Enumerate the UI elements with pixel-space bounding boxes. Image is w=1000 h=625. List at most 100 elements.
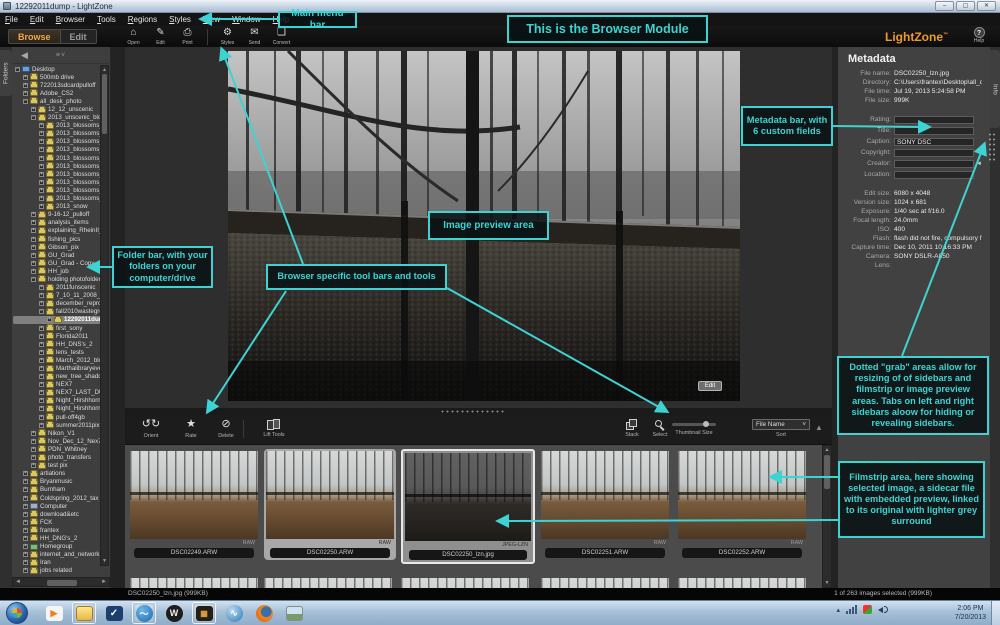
expand-toggle-icon[interactable]: + <box>23 504 28 509</box>
expand-toggle-icon[interactable]: + <box>31 107 36 112</box>
folder-row[interactable]: +Florida2011 <box>13 332 101 340</box>
browse-mode-button[interactable]: Browse <box>8 29 61 44</box>
info-sidebar-tab[interactable]: Info <box>990 50 1000 128</box>
expand-toggle-icon[interactable]: + <box>31 253 36 258</box>
expand-toggle-icon[interactable]: + <box>39 334 44 339</box>
folder-row[interactable]: +HH_job <box>13 267 101 275</box>
resize-gutter-left[interactable] <box>111 47 125 588</box>
folder-row[interactable]: +download&etc <box>13 510 101 518</box>
copy-arrow-icon[interactable]: ◄ <box>976 150 982 156</box>
folder-row[interactable]: +PDN_Whitney <box>13 445 101 453</box>
metadata-field-input[interactable] <box>894 116 974 124</box>
filmstrip-next-row-thumbnail[interactable] <box>678 578 806 588</box>
folder-row[interactable]: +2011funscenic <box>13 284 101 292</box>
scroll-down-icon[interactable]: ▼ <box>823 580 831 586</box>
folder-row[interactable]: +Computer <box>13 502 101 510</box>
expand-toggle-icon[interactable]: + <box>23 560 28 565</box>
folder-row[interactable]: +jobs related <box>13 567 101 575</box>
expand-toggle-icon[interactable]: + <box>39 423 44 428</box>
folder-row[interactable]: −fall2010wasteground <box>13 308 101 316</box>
folder-row[interactable]: +new_tree_shadows_58 <box>13 373 101 381</box>
folder-row[interactable]: +GU_Grad <box>13 251 101 259</box>
collapse-toggle-icon[interactable]: − <box>15 67 20 72</box>
slider-track[interactable] <box>672 423 716 426</box>
metadata-field-input[interactable] <box>894 127 974 135</box>
folder-row[interactable]: −holding photofolder <box>13 275 101 283</box>
send-button[interactable]: ✉Send <box>241 27 268 47</box>
expand-toggle-icon[interactable]: + <box>39 285 44 290</box>
delete-button[interactable]: ⊘Delete <box>211 418 241 439</box>
expand-toggle-icon[interactable]: + <box>39 139 44 144</box>
grab-dots-vertical[interactable] <box>988 132 996 162</box>
folder-row[interactable]: +2013_blossoms_6 <box>13 170 101 178</box>
firefox-icon[interactable] <box>252 602 276 624</box>
folder-row[interactable]: +Nikon_V1 <box>13 429 101 437</box>
expand-toggle-icon[interactable]: + <box>23 487 28 492</box>
expand-toggle-icon[interactable]: + <box>39 358 44 363</box>
scroll-left-icon[interactable]: ◄ <box>15 579 21 585</box>
folder-row[interactable]: +Nov_Dec_12_Nex7 <box>13 437 101 445</box>
folder-row[interactable]: +2013_blossoms_10 <box>13 130 101 138</box>
folder-row[interactable]: +Iran <box>13 559 101 567</box>
folder-row[interactable]: +first_sony <box>13 324 101 332</box>
expand-toggle-icon[interactable]: + <box>31 237 36 242</box>
expand-toggle-icon[interactable]: + <box>31 439 36 444</box>
open-button[interactable]: ⌂Open <box>120 27 147 47</box>
folder-row[interactable]: +2013_blossoms_2 <box>13 138 101 146</box>
file-explorer-icon[interactable] <box>72 602 96 624</box>
expand-toggle-icon[interactable]: + <box>39 164 44 169</box>
expand-toggle-icon[interactable]: + <box>23 83 28 88</box>
filmstrip-thumbnail[interactable]: RAWDSC02251.ARW <box>541 451 669 558</box>
folder-row[interactable]: +fishing_pics <box>13 235 101 243</box>
expand-toggle-icon[interactable]: + <box>39 415 44 420</box>
collapse-toggle-icon[interactable]: − <box>31 277 36 282</box>
lightzone-app-icon[interactable]: ▦ <box>192 602 216 624</box>
collapse-filmstrip-icon[interactable]: ▲ <box>815 423 823 432</box>
expand-toggle-icon[interactable]: + <box>23 544 28 549</box>
expand-toggle-icon[interactable]: + <box>39 390 44 395</box>
folder-row[interactable]: +pull-off4gb <box>13 413 101 421</box>
expand-toggle-icon[interactable]: + <box>23 479 28 484</box>
slider-thumb[interactable] <box>703 421 709 427</box>
folder-row[interactable]: +Night_Hirshhorn <box>13 397 101 405</box>
folder-row[interactable]: +Marthalibraryevent <box>13 364 101 372</box>
copy-arrow-icon[interactable]: ◄ <box>976 161 982 167</box>
expand-toggle-icon[interactable]: + <box>47 317 52 322</box>
edit-button[interactable]: ✎Edit <box>147 27 174 47</box>
folder-row[interactable]: +december_repros <box>13 300 101 308</box>
folder-tree-hscrollbar[interactable]: ◄ ► <box>12 577 110 587</box>
menu-window[interactable]: Window <box>232 15 260 24</box>
folder-row[interactable]: +frantex <box>13 526 101 534</box>
expand-toggle-icon[interactable]: + <box>39 398 44 403</box>
expand-toggle-icon[interactable]: + <box>23 520 28 525</box>
scroll-down-icon[interactable]: ▼ <box>101 558 108 564</box>
expand-toggle-icon[interactable]: + <box>23 512 28 517</box>
folder-row[interactable]: +2013_blossoms_3 <box>13 146 101 154</box>
filmstrip-next-row-thumbnail[interactable] <box>401 578 529 588</box>
expand-toggle-icon[interactable]: + <box>39 374 44 379</box>
close-button[interactable]: ✕ <box>977 1 996 11</box>
folder-row[interactable]: +2013_blossoms_4 <box>13 154 101 162</box>
folders-sidebar-tab[interactable]: Folders <box>0 50 12 96</box>
styles-button[interactable]: ⚙Styles <box>214 27 241 47</box>
folder-row[interactable]: +2013_snow <box>13 203 101 211</box>
rate-button[interactable]: ★Rate <box>177 418 205 439</box>
expand-toggle-icon[interactable]: + <box>31 463 36 468</box>
print-button[interactable]: ⎙Print <box>174 27 201 47</box>
help-button[interactable]: ? Help <box>968 27 990 44</box>
expand-toggle-icon[interactable]: + <box>39 293 44 298</box>
edit-overlay-button[interactable]: Edit <box>698 381 722 391</box>
orient-button[interactable]: ↺↻Orient <box>133 418 169 439</box>
start-orb[interactable] <box>6 602 28 624</box>
folder-row[interactable]: +artiations <box>13 470 101 478</box>
resize-gutter-horizontal[interactable] <box>125 408 832 415</box>
menu-file[interactable]: File <box>5 15 18 24</box>
folder-row[interactable]: +HH_DNG's_2 <box>13 534 101 542</box>
metadata-field-input[interactable] <box>894 149 974 157</box>
folder-row[interactable]: +photo_transfers <box>13 454 101 462</box>
metadata-field-input[interactable] <box>894 160 974 168</box>
expand-toggle-icon[interactable]: + <box>23 536 28 541</box>
folder-row[interactable]: +test pix <box>13 462 101 470</box>
filmstrip-thumbnail[interactable]: JPEG-LZNDSC02250_lzn.jpg <box>401 449 535 564</box>
network-icon[interactable] <box>846 605 857 614</box>
